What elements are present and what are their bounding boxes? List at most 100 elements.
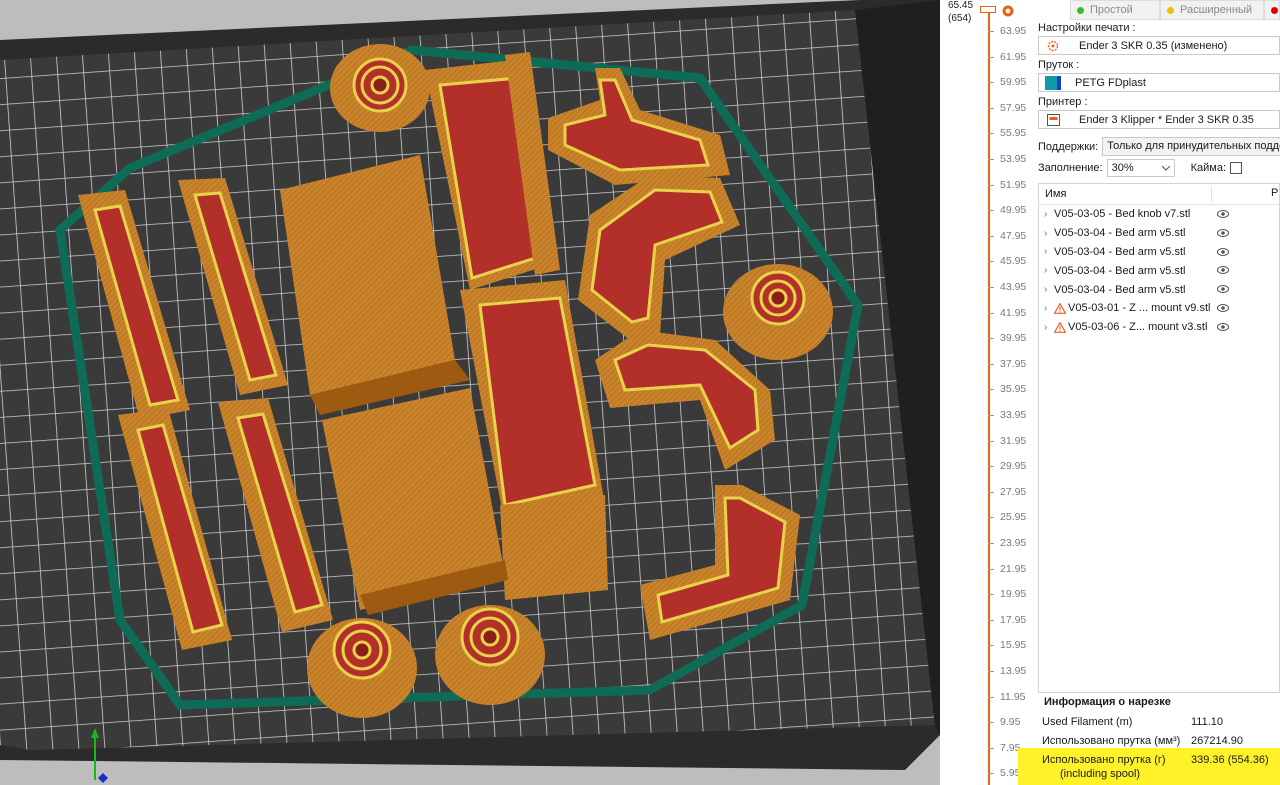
print-bed-scene[interactable] bbox=[0, 0, 940, 785]
object-list-item[interactable]: › V05-03-05 - Bed knob v7.stl bbox=[1039, 205, 1279, 224]
eye-icon[interactable] bbox=[1217, 284, 1229, 296]
supports-label: Поддержки: bbox=[1038, 140, 1099, 153]
layer-tick-mark bbox=[988, 722, 994, 724]
layer-tick-mark bbox=[988, 773, 994, 775]
column-r-header[interactable]: Р bbox=[1271, 187, 1278, 199]
layer-tick-label: 47.95 bbox=[1000, 229, 1027, 242]
layer-tick-label: 43.95 bbox=[1000, 281, 1027, 293]
tab-simple[interactable]: Простой bbox=[1070, 0, 1160, 20]
layer-tick-label: 61.95 bbox=[1000, 50, 1027, 63]
object-name: V05-03-04 - Bed arm v5.stl bbox=[1054, 264, 1186, 277]
eye-icon[interactable] bbox=[1217, 265, 1229, 277]
gear-icon bbox=[1045, 39, 1061, 53]
used-filament-m-value: 111.10 bbox=[1191, 716, 1224, 728]
eye-icon[interactable] bbox=[1217, 247, 1229, 259]
object-name: V05-03-06 - Z... mount v3.stl bbox=[1068, 321, 1208, 334]
chevron-right-icon[interactable]: › bbox=[1044, 322, 1052, 333]
object-list-item[interactable]: › V05-03-04 - Bed arm v5.stl bbox=[1039, 280, 1279, 299]
object-list: Имя Р › V05-03-05 - Bed knob v7.stl › V05-0… bbox=[1038, 183, 1280, 693]
layer-tick-label: 35.95 bbox=[1000, 383, 1027, 396]
layer-tick-mark bbox=[988, 440, 994, 442]
chevron-right-icon[interactable]: › bbox=[1044, 228, 1052, 239]
layer-tick-label: 39.95 bbox=[1000, 332, 1027, 345]
object-list-item[interactable]: › V05-03-04 - Bed arm v5.stl bbox=[1039, 224, 1279, 243]
object-list-item[interactable]: › V05-03-06 - Z... mount v3.stl bbox=[1039, 318, 1279, 337]
layer-tick-label: 23.95 bbox=[1000, 537, 1027, 549]
infill-label: Заполнение: bbox=[1038, 162, 1103, 174]
printer-combo[interactable]: Ender 3 Klipper * Ender 3 SKR 0.35 bbox=[1038, 110, 1280, 129]
layer-tick-mark bbox=[988, 312, 994, 314]
filament-combo[interactable]: PETG FDplast bbox=[1038, 73, 1280, 92]
layer-tick-label: 37.95 bbox=[1000, 357, 1027, 370]
3d-viewport[interactable] bbox=[0, 0, 940, 785]
chevron-right-icon[interactable]: › bbox=[1044, 265, 1052, 276]
print-settings-combo[interactable]: Ender 3 SKR 0.35 (изменено) bbox=[1038, 36, 1280, 55]
eye-icon[interactable] bbox=[1217, 303, 1229, 315]
layer-tick-mark bbox=[988, 133, 994, 135]
used-filament-g-value: 339.36 (554.36) bbox=[1191, 754, 1269, 766]
supports-select[interactable]: Только для принудительных подде bbox=[1102, 137, 1280, 156]
eye-icon[interactable] bbox=[1217, 322, 1229, 334]
layer-tick-mark bbox=[988, 645, 994, 647]
warning-icon bbox=[1054, 302, 1068, 314]
chevron-right-icon[interactable]: › bbox=[1044, 303, 1052, 314]
tab-expert[interactable] bbox=[1264, 0, 1280, 20]
supports-row: Поддержки: Только для принудительных под… bbox=[1038, 137, 1280, 156]
bed-knob-part bbox=[307, 618, 417, 718]
layer-tick-label: 55.95 bbox=[1000, 127, 1027, 140]
brim-checkbox[interactable] bbox=[1230, 162, 1243, 174]
bed-knob-part bbox=[723, 264, 833, 360]
layer-tick-mark bbox=[988, 107, 994, 109]
printer-label: Принтер : bbox=[1038, 96, 1088, 108]
slice-info-title: Информация о нарезке bbox=[1044, 696, 1171, 708]
advanced-mode-dot-icon bbox=[1167, 6, 1174, 14]
layer-tick-mark bbox=[988, 235, 994, 237]
column-name-header[interactable]: Имя bbox=[1045, 188, 1066, 200]
slice-info-panel: Информация о нарезке bbox=[1038, 696, 1280, 708]
object-list-item[interactable]: › V05-03-04 - Bed arm v5.stl bbox=[1039, 243, 1279, 262]
layer-tick-label: 41.95 bbox=[1000, 306, 1027, 319]
layer-slider-thumb[interactable] bbox=[980, 6, 996, 13]
layer-number-value: (654) bbox=[948, 13, 972, 24]
layer-tick-label: 51.95 bbox=[1000, 178, 1027, 191]
column-separator bbox=[1211, 186, 1212, 202]
layer-tick-mark bbox=[988, 491, 994, 493]
layer-tick-mark bbox=[988, 466, 994, 468]
layer-tick-mark bbox=[988, 287, 994, 288]
layer-tick-mark bbox=[988, 82, 994, 84]
layer-tick-mark bbox=[988, 210, 994, 212]
object-name: V05-03-04 - Bed arm v5.stl bbox=[1054, 245, 1186, 258]
layer-tick-label: 9.95 bbox=[1000, 716, 1021, 729]
object-list-item[interactable]: › V05-03-01 - Z ... mount v9.stl bbox=[1039, 299, 1279, 318]
simple-mode-dot-icon bbox=[1077, 6, 1084, 14]
layer-tick-label: 11.95 bbox=[1000, 690, 1026, 703]
layer-slider-track[interactable] bbox=[988, 9, 990, 785]
including-spool-label: (including spool) bbox=[1060, 768, 1141, 780]
eye-icon[interactable] bbox=[1217, 228, 1229, 240]
layer-tick-mark bbox=[988, 594, 994, 596]
layer-tick-label: 49.95 bbox=[1000, 204, 1027, 217]
bed-knob-part bbox=[435, 605, 545, 705]
object-list-item[interactable]: › V05-03-04 - Bed arm v5.stl bbox=[1039, 261, 1279, 280]
layer-tick-mark bbox=[988, 56, 994, 58]
infill-select[interactable]: 30% bbox=[1106, 159, 1175, 177]
chevron-right-icon[interactable]: › bbox=[1044, 284, 1052, 295]
eye-icon[interactable] bbox=[1217, 209, 1229, 221]
chevron-right-icon[interactable]: › bbox=[1044, 246, 1052, 257]
layer-tick-label: 45.95 bbox=[1000, 255, 1027, 268]
chevron-right-icon[interactable]: › bbox=[1044, 209, 1052, 220]
tab-simple-label: Простой bbox=[1090, 4, 1133, 16]
layer-height-value: 65.45 bbox=[948, 0, 974, 11]
layer-tick-label: 63.95 bbox=[1000, 25, 1027, 37]
object-list-header: Имя Р bbox=[1039, 184, 1279, 205]
layer-tick-mark bbox=[988, 543, 994, 544]
layer-tick-mark bbox=[988, 696, 994, 698]
used-filament-g-label: Использовано прутка (г) bbox=[1042, 754, 1166, 766]
warning-icon bbox=[1054, 321, 1068, 333]
object-name: V05-03-04 - Bed arm v5.stl bbox=[1054, 283, 1186, 296]
layer-settings-icon[interactable] bbox=[1002, 5, 1014, 17]
layer-tick-mark bbox=[988, 619, 994, 621]
layer-tick-mark bbox=[988, 363, 994, 365]
infill-value: 30% bbox=[1111, 162, 1134, 174]
tab-advanced[interactable]: Расширенный bbox=[1160, 0, 1264, 20]
